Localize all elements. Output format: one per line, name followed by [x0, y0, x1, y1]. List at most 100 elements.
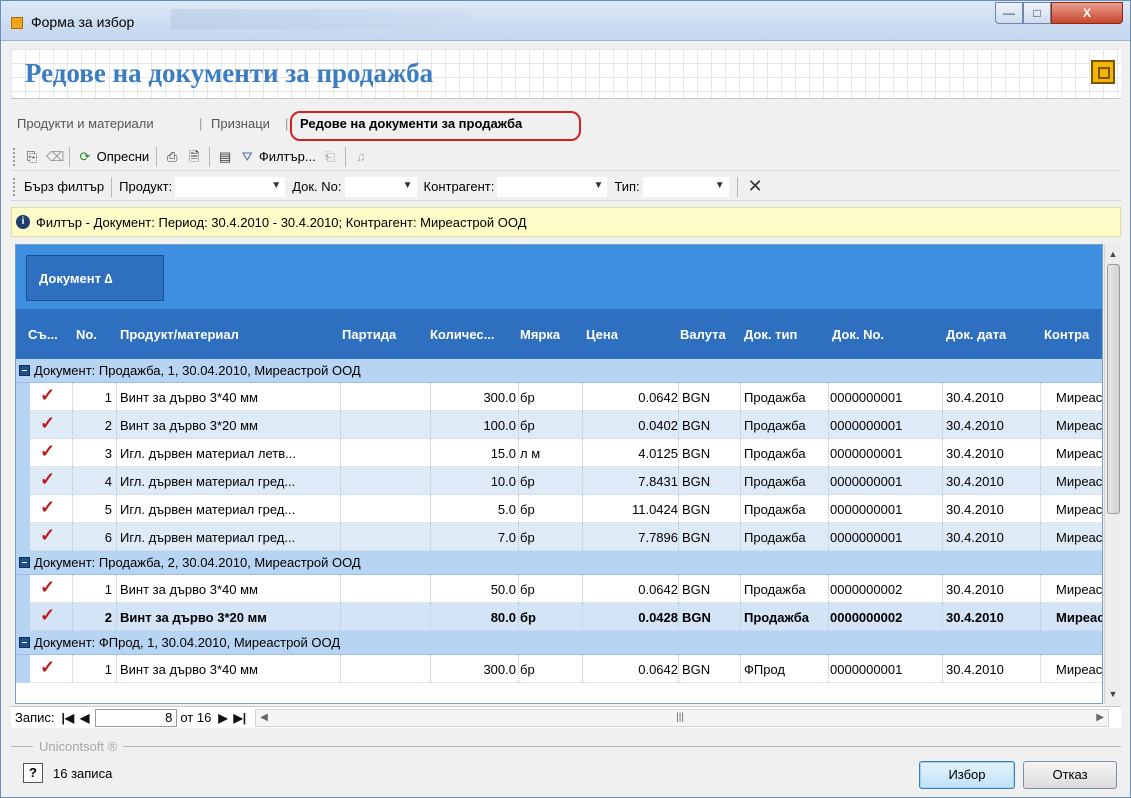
check-icon[interactable]: ✓ — [40, 657, 55, 678]
vertical-scrollbar[interactable]: ▲ ▼ — [1104, 244, 1121, 704]
columns-button[interactable]: ▤ — [214, 147, 236, 167]
cell-doc-type: Продажба — [744, 390, 806, 405]
column-header[interactable]: No. — [76, 327, 116, 342]
counterparty-combo[interactable]: ▼ — [497, 176, 608, 197]
cell-price: 0.0642 — [638, 582, 678, 597]
eraser-button[interactable]: ⌫ — [43, 147, 65, 167]
cell-doc-type: ФПрод — [744, 662, 785, 677]
record-navigator: Запис: |◀ ◀ 8 от 16 ▶ ▶| ◀ ||| ▶ — [11, 706, 1121, 728]
clear-filter-icon[interactable]: ✕ — [742, 176, 769, 197]
product-combo[interactable]: ▼ — [175, 176, 286, 197]
doc-no-label: Док. No: — [292, 179, 342, 194]
collapse-icon[interactable] — [19, 365, 30, 376]
table-row[interactable]: ✓ 1 Винт за дърво 3*40 мм 50.0 бр 0.0642 BGN Пр… — [16, 575, 1102, 603]
scroll-down-icon[interactable]: ▼ — [1105, 686, 1121, 702]
current-record-input[interactable]: 8 — [95, 708, 178, 727]
table-row[interactable]: ✓ 2 Винт за дърво 3*20 мм 100.0 бр 0.0402 BGN П… — [16, 411, 1102, 439]
cell-divider — [116, 655, 117, 683]
cell-divider — [518, 575, 519, 603]
cell-divider — [678, 439, 679, 467]
last-record-button[interactable]: ▶| — [231, 711, 250, 725]
column-header[interactable]: Съ... — [28, 327, 72, 342]
toolbar-grip[interactable] — [13, 147, 17, 166]
group-row[interactable]: Документ: Продажба, 2, 30.04.2010, Миреа… — [16, 551, 1102, 575]
table-row[interactable]: ✓ 4 Игл. дървен материал гред... 10.0 бр 7.84… — [16, 467, 1102, 495]
quick-filter-label: Бърз филтър — [24, 179, 105, 194]
horizontal-scrollbar[interactable]: ◀ ||| ▶ — [255, 708, 1109, 727]
type-combo[interactable]: ▼ — [642, 176, 729, 197]
cell-divider — [518, 467, 519, 495]
cell-counterparty: Миреастрой ООД — [1056, 474, 1102, 489]
maximize-button[interactable]: □ — [1023, 2, 1051, 24]
tab-products-materials[interactable]: Продукти и материали — [17, 116, 154, 131]
table-row[interactable]: ✓ 1 Винт за дърво 3*40 мм 300.0 бр 0.0642 BGN Ф… — [16, 655, 1102, 683]
check-icon[interactable]: ✓ — [40, 605, 55, 626]
cell-divider — [740, 655, 741, 683]
check-icon[interactable]: ✓ — [40, 413, 55, 434]
column-header[interactable]: Док. дата — [946, 327, 1042, 342]
scroll-thumb[interactable] — [1107, 264, 1120, 514]
table-row[interactable]: ✓ 2 Винт за дърво 3*20 мм 80.0 бр 0.0428 BGN Пр… — [16, 603, 1102, 631]
filter-info-bar: i Филтър - Документ: Период: 30.4.2010 -… — [11, 207, 1121, 237]
minimize-button[interactable]: — — [995, 2, 1023, 24]
group-row[interactable]: Документ: ФПрод, 1, 30.04.2010, Миреастр… — [16, 631, 1102, 655]
previous-record-button[interactable]: ◀ — [77, 711, 92, 725]
refresh-button[interactable]: ⟳ Опресни — [74, 147, 152, 167]
check-icon[interactable]: ✓ — [40, 577, 55, 598]
check-icon[interactable]: ✓ — [40, 497, 55, 518]
filter-button[interactable]: ⛛ Филтър... — [236, 147, 319, 167]
table-row[interactable]: ✓ 5 Игл. дървен материал гред... 5.0 бр 11.04… — [16, 495, 1102, 523]
first-record-button[interactable]: |◀ — [59, 711, 78, 725]
group-chip-document[interactable]: Документ ∆ — [26, 255, 164, 301]
check-icon[interactable]: ✓ — [40, 441, 55, 462]
check-icon[interactable]: ✓ — [40, 469, 55, 490]
scroll-thumb-grip-icon[interactable]: ||| — [676, 712, 684, 723]
chevron-down-icon: ▼ — [271, 179, 282, 191]
cell-qty: 5.0 — [497, 502, 516, 517]
table-row[interactable]: ✓ 6 Игл. дървен материал гред... 7.0 бр 7.789… — [16, 523, 1102, 551]
column-header[interactable]: Продукт/материал — [120, 327, 330, 342]
print-preview-button[interactable]: 🗎 — [183, 147, 205, 167]
column-header[interactable]: Док. No. — [832, 327, 942, 342]
cell-no: 3 — [104, 446, 112, 461]
collapse-icon[interactable] — [19, 637, 30, 648]
cell-divider — [518, 655, 519, 683]
column-header[interactable]: Партида — [342, 327, 422, 342]
cell-currency: BGN — [682, 446, 711, 461]
cell-divider — [942, 495, 943, 523]
tab-features[interactable]: Признаци — [211, 116, 270, 131]
grid-rows: Документ: Продажба, 1, 30.04.2010, Миреа… — [16, 359, 1102, 683]
title-bar[interactable]: Форма за избор — □ X — [1, 1, 1130, 41]
table-row[interactable]: ✓ 1 Винт за дърво 3*40 мм 300.0 бр 0.0642 BGN П… — [16, 383, 1102, 411]
toolbar-grip[interactable] — [13, 177, 17, 196]
close-button[interactable]: X — [1051, 2, 1123, 24]
check-icon[interactable]: ✓ — [40, 525, 55, 546]
microphone-button[interactable]: ♫ — [350, 147, 372, 167]
group-row[interactable]: Документ: Продажба, 1, 30.04.2010, Миреа… — [16, 359, 1102, 383]
help-icon[interactable]: ? — [23, 763, 43, 783]
doc-no-combo[interactable]: ▼ — [344, 176, 417, 197]
print-button[interactable]: ⎙ — [161, 147, 183, 167]
cell-counterparty: Миреастрой ООД — [1056, 418, 1102, 433]
table-row[interactable]: ✓ 3 Игл. дървен материал летв... 15.0 л м 4.0… — [16, 439, 1102, 467]
cell-divider — [740, 411, 741, 439]
column-header[interactable]: Док. тип — [744, 327, 830, 342]
column-header[interactable]: Контра — [1044, 327, 1102, 342]
scroll-right-icon[interactable]: ▶ — [1096, 712, 1104, 723]
copy-disabled-button[interactable]: ⎗ — [319, 147, 341, 167]
scroll-left-icon[interactable]: ◀ — [260, 712, 268, 723]
column-header[interactable]: Количес... — [430, 327, 518, 342]
cell-divider — [116, 383, 117, 411]
main-toolbar: ⎘ ⌫ ⟳ Опресни ⎙ 🗎 ▤ ⛛ Филтър... ⎗ ♫ — [11, 143, 1121, 171]
column-header[interactable]: Валута — [680, 327, 740, 342]
cancel-button[interactable]: Отказ — [1023, 761, 1117, 789]
check-icon[interactable]: ✓ — [40, 385, 55, 406]
scroll-up-icon[interactable]: ▲ — [1105, 246, 1121, 262]
select-button[interactable]: Избор — [919, 761, 1015, 789]
collapse-icon[interactable] — [19, 557, 30, 568]
cell-divider — [942, 439, 943, 467]
copy-button[interactable]: ⎘ — [21, 147, 43, 167]
next-record-button[interactable]: ▶ — [215, 711, 230, 725]
column-header[interactable]: Мярка — [520, 327, 580, 342]
column-header[interactable]: Цена — [586, 327, 676, 342]
